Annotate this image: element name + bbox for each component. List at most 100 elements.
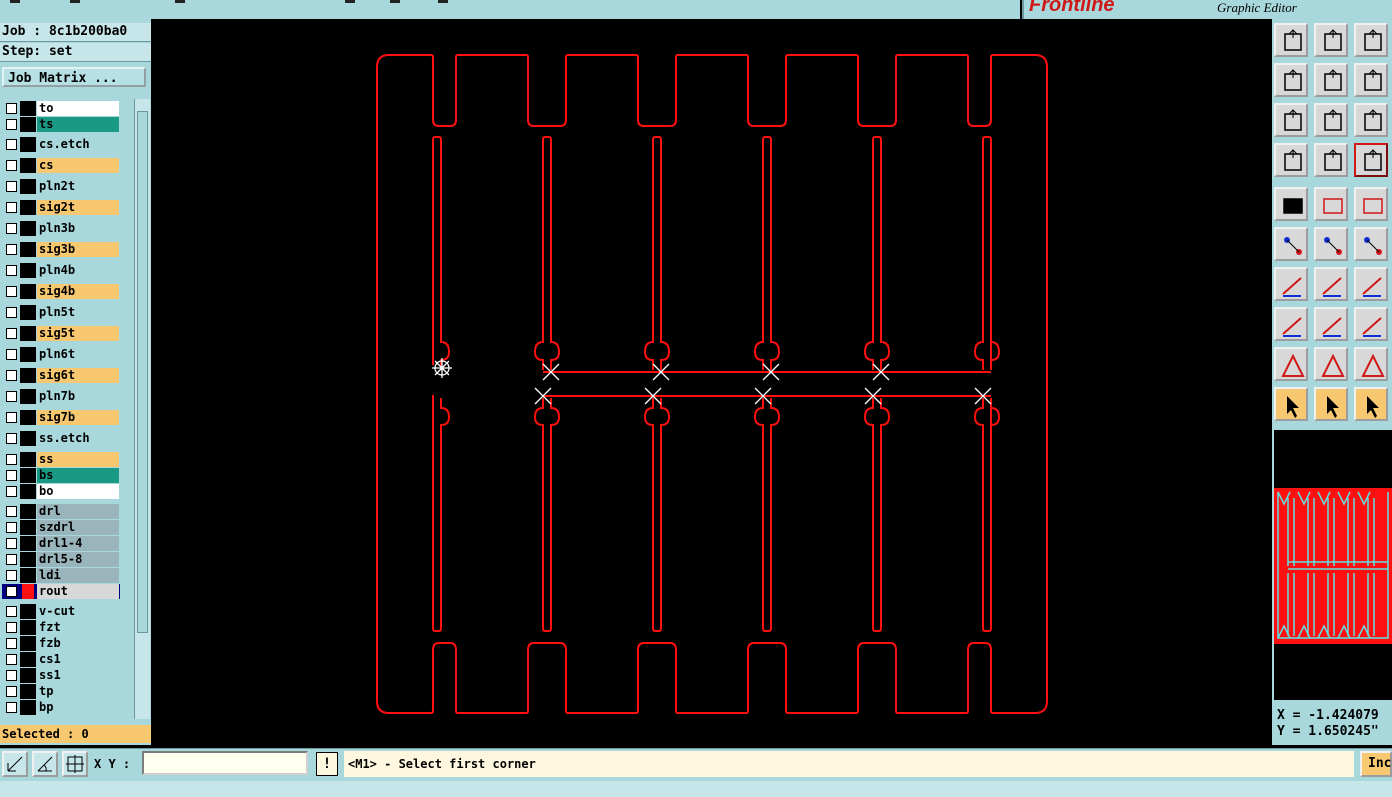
layer-name[interactable]: bs xyxy=(37,468,119,483)
layer-checkbox[interactable] xyxy=(6,522,17,533)
layer-row[interactable]: drl1-4 xyxy=(2,536,120,551)
layer-checkbox[interactable] xyxy=(6,103,17,114)
layer-row[interactable]: ss.etch xyxy=(2,431,120,446)
layer-checkbox[interactable] xyxy=(6,654,17,665)
layer-row[interactable]: ts xyxy=(2,117,120,132)
layer-row[interactable]: bs xyxy=(2,468,120,483)
layer-name[interactable]: pln5t xyxy=(37,305,119,320)
scroll-thumb[interactable] xyxy=(137,111,148,633)
layer-row[interactable]: sig6t xyxy=(2,368,120,383)
upload-icon[interactable] xyxy=(1274,23,1308,57)
back-icon[interactable] xyxy=(1354,63,1388,97)
layer-name[interactable]: pln6t xyxy=(37,347,119,362)
xy-input[interactable] xyxy=(142,751,308,775)
tree-icon[interactable] xyxy=(1354,143,1388,177)
palette-icon[interactable] xyxy=(1274,143,1308,177)
layer-row[interactable]: pln5t xyxy=(2,305,120,320)
layer-row[interactable]: szdrl xyxy=(2,520,120,535)
layer-name[interactable]: v-cut xyxy=(37,604,119,619)
layer-checkbox[interactable] xyxy=(6,391,17,402)
inc-button[interactable]: Inc xyxy=(1360,751,1392,777)
layer-checkbox[interactable] xyxy=(6,370,17,381)
layer-row[interactable]: ss1 xyxy=(2,668,120,683)
layer-row[interactable]: sig3b xyxy=(2,242,120,257)
layer-name[interactable]: rout xyxy=(37,584,119,599)
layer-row[interactable]: drl5-8 xyxy=(2,552,120,567)
layer-checkbox[interactable] xyxy=(6,670,17,681)
layer-checkbox[interactable] xyxy=(6,606,17,617)
layer-row[interactable]: cs xyxy=(2,158,120,173)
measure-icon[interactable] xyxy=(1354,307,1388,341)
nodes-icon[interactable] xyxy=(1274,227,1308,261)
fitv-icon[interactable] xyxy=(1274,103,1308,137)
layer-name[interactable]: ss1 xyxy=(37,668,119,683)
layer-name[interactable]: cs.etch xyxy=(37,137,119,152)
layer-checkbox[interactable] xyxy=(6,433,17,444)
layer-name[interactable]: bp xyxy=(37,700,119,715)
layer-checkbox[interactable] xyxy=(6,412,17,423)
layer-checkbox[interactable] xyxy=(6,470,17,481)
layer-row[interactable]: pln6t xyxy=(2,347,120,362)
tri1-icon[interactable] xyxy=(1274,347,1308,381)
angle-mode-button[interactable] xyxy=(32,751,58,777)
layer-checkbox[interactable] xyxy=(6,202,17,213)
cross-icon[interactable] xyxy=(1314,227,1348,261)
layer-name[interactable]: szdrl xyxy=(37,520,119,535)
layer-checkbox[interactable] xyxy=(6,538,17,549)
pointer-icon[interactable] xyxy=(1274,387,1308,421)
layer-name[interactable]: sig6t xyxy=(37,368,119,383)
layer-row[interactable]: to xyxy=(2,101,120,116)
layer-name[interactable]: pln4b xyxy=(37,263,119,278)
layer-row[interactable]: ldi xyxy=(2,568,120,583)
layer-name[interactable]: drl xyxy=(37,504,119,519)
layer-checkbox[interactable] xyxy=(6,307,17,318)
layer-row[interactable]: pln2t xyxy=(2,179,120,194)
red-angle-icon[interactable] xyxy=(1274,267,1308,301)
layer-name[interactable]: to xyxy=(37,101,119,116)
layer-row[interactable]: pln4b xyxy=(2,263,120,278)
dot-icon[interactable] xyxy=(1274,307,1308,341)
snap-mode-button[interactable] xyxy=(2,751,28,777)
layer-checkbox[interactable] xyxy=(6,638,17,649)
layer-row[interactable]: v-cut xyxy=(2,604,120,619)
layer-name[interactable]: sig3b xyxy=(37,242,119,257)
layer-name[interactable]: sig2t xyxy=(37,200,119,215)
layer-row[interactable]: cs1 xyxy=(2,652,120,667)
home-icon[interactable] xyxy=(1354,23,1388,57)
red-line-icon[interactable] xyxy=(1314,267,1348,301)
layer-name[interactable]: sig5t xyxy=(37,326,119,341)
layer-row[interactable]: fzb xyxy=(2,636,120,651)
layer-name[interactable]: ts xyxy=(37,117,119,132)
layer-checkbox[interactable] xyxy=(6,570,17,581)
layer-checkbox[interactable] xyxy=(6,223,17,234)
layer-row[interactable]: cs.etch xyxy=(2,137,120,152)
left-icon[interactable] xyxy=(1274,63,1308,97)
layer-row[interactable]: ss xyxy=(2,452,120,467)
layer-checkbox[interactable] xyxy=(6,554,17,565)
tri3-icon[interactable] xyxy=(1354,347,1388,381)
layer-row[interactable]: drl xyxy=(2,504,120,519)
link-icon[interactable] xyxy=(1354,227,1388,261)
layer-checkbox[interactable] xyxy=(6,349,17,360)
alert-button[interactable]: ! xyxy=(316,752,338,776)
layer-row[interactable]: sig5t xyxy=(2,326,120,341)
overview-preview[interactable] xyxy=(1274,430,1392,700)
layer-checkbox[interactable] xyxy=(6,454,17,465)
graphic-canvas[interactable] xyxy=(151,19,1272,745)
layer-name[interactable]: drl5-8 xyxy=(37,552,119,567)
job-matrix-button[interactable]: Job Matrix ... xyxy=(2,67,146,87)
pointer2-icon[interactable] xyxy=(1314,387,1348,421)
layer-row[interactable]: pln3b xyxy=(2,221,120,236)
layer-row[interactable]: fzt xyxy=(2,620,120,635)
layer-name[interactable]: ss.etch xyxy=(37,431,119,446)
layer-row[interactable]: pln7b xyxy=(2,389,120,404)
grid-icon[interactable] xyxy=(1314,143,1348,177)
layer-checkbox[interactable] xyxy=(6,328,17,339)
layer-checkbox[interactable] xyxy=(6,160,17,171)
ruler-icon[interactable] xyxy=(1354,187,1388,221)
layer-name[interactable]: fzt xyxy=(37,620,119,635)
pointer3-icon[interactable] xyxy=(1354,387,1388,421)
layer-row[interactable]: rout xyxy=(2,584,120,599)
layer-name[interactable]: drl1-4 xyxy=(37,536,119,551)
layer-row[interactable]: sig2t xyxy=(2,200,120,215)
